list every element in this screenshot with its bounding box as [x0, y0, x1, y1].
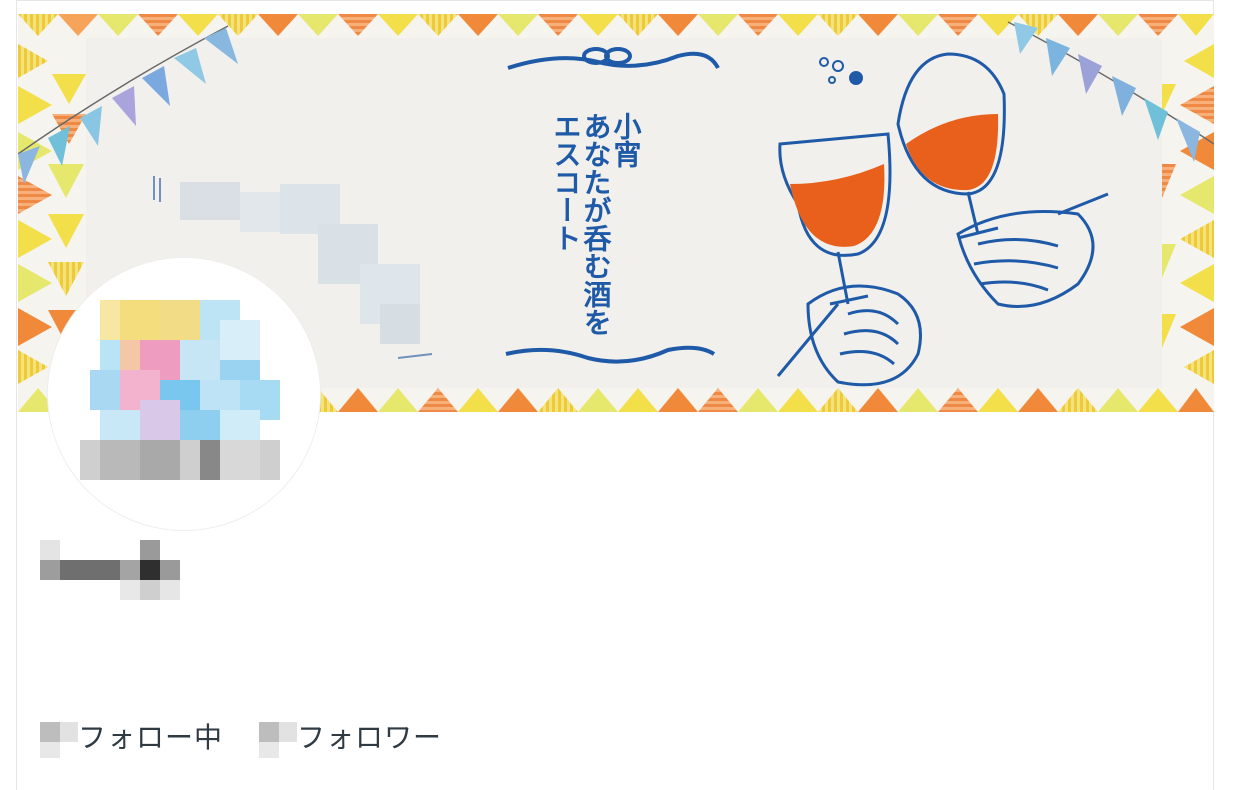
followers-label: フォロワー	[297, 721, 443, 754]
title-line1: 小宵	[610, 112, 643, 168]
followers-count	[259, 718, 298, 758]
following-label: フォロー中	[78, 721, 224, 754]
title-line2: あなたが呑む酒を	[580, 112, 613, 336]
pixelated-avatar-icon	[48, 258, 320, 530]
title-line3: エスコート	[550, 112, 583, 252]
followers-link[interactable]: フォロワー	[259, 718, 442, 758]
profile-display-name	[40, 540, 180, 600]
profile-avatar[interactable]	[48, 258, 320, 530]
following-link[interactable]: フォロー中	[40, 718, 223, 758]
following-count	[40, 718, 78, 758]
follow-stats: フォロー中 フォロワー	[40, 716, 478, 760]
